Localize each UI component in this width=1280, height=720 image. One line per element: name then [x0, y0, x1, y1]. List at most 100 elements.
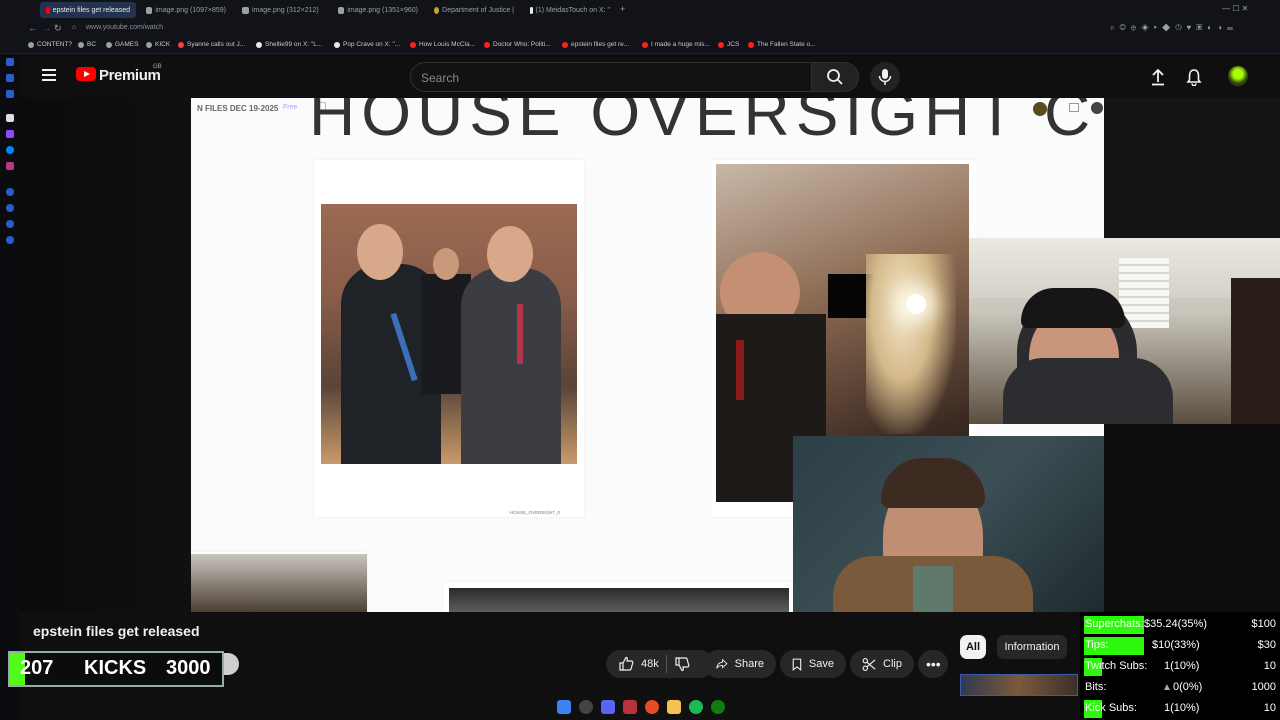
donation-goal: 10 [1263, 702, 1276, 714]
divider [665, 655, 667, 673]
folder-icon [146, 41, 152, 48]
tab-label: epstein files get released [52, 6, 130, 14]
related-video-thumbnail[interactable] [960, 674, 1078, 696]
browser-icon[interactable] [645, 700, 659, 714]
bookmark-label: Syanne calls out J... [187, 41, 246, 48]
search-icon[interactable] [579, 700, 593, 714]
sidebar-app-icon[interactable] [6, 204, 14, 212]
spotify-icon[interactable] [689, 700, 703, 714]
share-label: Share [734, 658, 764, 670]
youtube-icon [410, 41, 416, 48]
back-icon[interactable]: ← [28, 23, 37, 33]
tab-meidastouch[interactable]: (1) MeidasTouch on X: " [524, 2, 616, 18]
clip-button[interactable]: Clip [850, 650, 914, 678]
donation-value: 0(0%) [1173, 681, 1203, 693]
folder-icon[interactable] [667, 700, 681, 714]
sidebar-app-icon[interactable] [6, 74, 14, 82]
reload-icon[interactable]: ↻ [54, 23, 62, 34]
lock-icon[interactable]: ⌂ [72, 24, 76, 31]
tab-image-1[interactable]: image.png (1097×859) [140, 2, 232, 18]
evidence-photo-card [443, 582, 793, 612]
bookmark-item[interactable]: Doctor Who: Politi... [484, 41, 550, 48]
doj-icon [434, 6, 440, 14]
instagram-icon[interactable] [6, 162, 14, 170]
tab-image-3[interactable]: image.png (1351×960) [332, 2, 424, 18]
more-actions-button[interactable]: ••• [918, 650, 948, 678]
tab-image-2[interactable]: image.png (312×212) [236, 2, 326, 18]
save-button[interactable]: Save [780, 650, 846, 678]
chip-all[interactable]: All [960, 635, 986, 659]
window-controls[interactable]: — ☐ ✕ [1222, 4, 1248, 13]
chip-information[interactable]: Information [997, 635, 1067, 659]
bookmark-label: How Louis McCla... [419, 41, 475, 48]
tie [736, 340, 744, 400]
sidebar-arrow-icon[interactable] [6, 114, 14, 122]
kicks-label: KICKS [84, 657, 147, 679]
guest-shirt [913, 566, 953, 612]
x-icon [334, 41, 340, 48]
url-field[interactable]: www.youtube.com/watch [86, 24, 163, 31]
thumbs-down-icon[interactable] [674, 656, 690, 672]
bookmark-label: Sheltie99 on X: "L... [265, 41, 323, 48]
notifications-icon[interactable] [1186, 68, 1202, 86]
hanging-coat [1231, 278, 1280, 424]
streamer-webcam [969, 238, 1280, 424]
bookmark-label: CONTENT? [37, 41, 73, 48]
tab-doj[interactable]: Department of Justice | [428, 2, 520, 18]
sidebar-app-icon[interactable] [6, 236, 14, 244]
voice-search-button[interactable] [870, 62, 900, 92]
xbox-icon[interactable] [711, 700, 725, 714]
bookmark-bc[interactable]: BC [78, 41, 96, 48]
forward-icon[interactable]: → [42, 23, 51, 33]
toolbar-icon [1033, 102, 1047, 116]
discord-icon[interactable] [601, 700, 615, 714]
bookmark-item[interactable]: Pop Crave on X: "... [334, 41, 400, 48]
twitch-icon[interactable] [6, 130, 14, 138]
share-icon [716, 658, 728, 669]
sidebar-app-icon[interactable] [6, 220, 14, 228]
country-code: GB [153, 64, 162, 70]
bookmark-kick[interactable]: KICK [146, 41, 170, 48]
sidebar-app-icon[interactable] [6, 58, 14, 66]
evidence-photo-card [191, 552, 367, 612]
sidebar-app-icon[interactable] [6, 90, 14, 98]
messenger-icon[interactable] [6, 146, 14, 154]
donation-label: Twitch Subs: [1085, 660, 1148, 672]
bookmark-item[interactable]: The Fallen State o... [748, 41, 816, 48]
search-input[interactable]: Search [410, 62, 813, 92]
start-icon[interactable] [557, 700, 571, 714]
tab-epstein-files[interactable]: epstein files get released [40, 2, 136, 18]
app-icon[interactable] [623, 700, 637, 714]
figure-silhouette [866, 254, 956, 434]
figure-head [433, 248, 459, 280]
donation-row-kick-subs: Kick Subs: 1(10%) 10 [1084, 699, 1280, 719]
thumbs-up-icon[interactable] [618, 656, 634, 672]
bookmark-item[interactable]: Syanne calls out J... [178, 41, 245, 48]
search-button[interactable] [811, 62, 859, 92]
video-title: epstein files get released [33, 623, 200, 639]
sidebar-app-icon[interactable] [6, 188, 14, 196]
guest-video [793, 436, 1104, 612]
youtube-brand[interactable]: Premium [99, 67, 161, 84]
youtube-logo-icon[interactable] [76, 67, 96, 81]
bookmark-item[interactable]: JCS [718, 41, 739, 48]
bookmark-item[interactable]: epstein files get re... [562, 41, 629, 48]
bookmark-label: KICK [155, 41, 171, 48]
donation-label: Superchats: [1085, 618, 1144, 630]
donation-label: Kick Subs: [1085, 702, 1137, 714]
donation-value: $10(33%) [1152, 639, 1200, 651]
share-button[interactable]: Share [704, 650, 776, 678]
new-tab-icon[interactable]: + [620, 4, 625, 14]
bookmark-games[interactable]: GAMES [106, 41, 138, 48]
bookmark-item[interactable]: How Louis McCla... [410, 41, 475, 48]
donation-value: 1(10%) [1164, 702, 1200, 714]
menu-icon[interactable] [42, 69, 56, 81]
bookmark-content[interactable]: CONTENT? [28, 41, 72, 48]
bookmark-item[interactable]: I made a huge mis... [642, 41, 710, 48]
bookmark-item[interactable]: Sheltie99 on X: "L... [256, 41, 322, 48]
avatar[interactable] [1228, 66, 1248, 86]
extension-icons[interactable]: ⌕◎⊕◈▸◆◷♥▣◐◑☰ [1110, 23, 1238, 33]
like-count[interactable]: 48k [641, 658, 659, 670]
upload-icon[interactable] [1150, 68, 1166, 86]
guest-hair [881, 458, 985, 508]
